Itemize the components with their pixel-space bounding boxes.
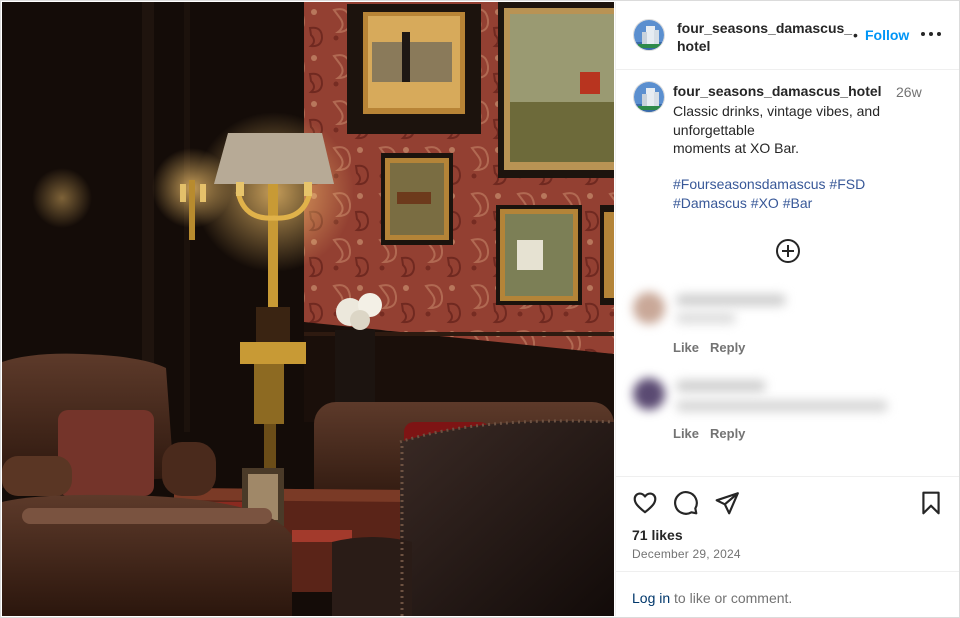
comment-icon[interactable] [673,490,699,516]
hotel-building-icon [634,20,664,50]
caption-line: moments at XO Bar. [673,140,800,156]
caption-line: unforgettable [673,121,755,138]
hotel-building-icon [634,82,664,112]
login-prompt: Log in to like or comment. [632,590,792,606]
post-date[interactable]: December 29, 2024 [632,547,741,561]
header-separator: • [853,27,858,43]
caption-hashtags: #Fourseasonsdamascus #FSD #Damascus #XO … [673,175,865,212]
hashtag-line[interactable]: #Damascus #XO #Bar [673,194,865,213]
hashtag-line[interactable]: #Fourseasonsdamascus #FSD [673,175,865,194]
load-more-comments-icon[interactable] [775,238,801,264]
header-username[interactable]: four_seasons_damascus_hotel [677,19,857,55]
more-options-icon[interactable] [919,24,943,44]
post-header: four_seasons_damascus_hotel • Follow [616,2,959,70]
heart-icon[interactable] [632,490,658,516]
comment-like-button[interactable]: Like [673,340,699,355]
comment-actions: Like Reply [673,340,756,355]
actions-divider [616,476,959,477]
bar-interior-image [2,2,614,616]
comment-actions: Like Reply [673,426,756,441]
comment-avatar[interactable] [633,378,665,410]
caption-avatar[interactable] [633,81,665,113]
comment-like-button[interactable]: Like [673,426,699,441]
caption-timestamp[interactable]: 26w [896,84,922,100]
comment-avatar[interactable] [633,292,665,324]
caption-text: Classic drinks, vintage vibes, and unfor… [673,102,923,158]
blurred-comment-text [676,380,766,392]
login-divider [616,571,959,572]
comment-reply-button[interactable]: Reply [710,340,745,355]
blurred-comment-text [676,400,888,412]
blurred-comment-text [676,312,736,324]
share-icon[interactable] [714,490,740,516]
follow-button[interactable]: Follow [865,27,909,43]
post-photo[interactable] [2,2,614,616]
login-prompt-text: to like or comment. [670,590,793,606]
bookmark-icon[interactable] [918,490,944,516]
blurred-comment-text [676,294,786,306]
caption-username[interactable]: four_seasons_damascus_hotel [673,83,882,99]
post-side-panel: four_seasons_damascus_hotel • Follow fou… [615,2,959,616]
comment-reply-button[interactable]: Reply [710,426,745,441]
likes-count[interactable]: 71 likes [632,527,683,543]
profile-avatar[interactable] [633,19,665,51]
login-link[interactable]: Log in [632,590,670,606]
caption-line: Classic drinks, vintage vibes, and [673,103,880,119]
